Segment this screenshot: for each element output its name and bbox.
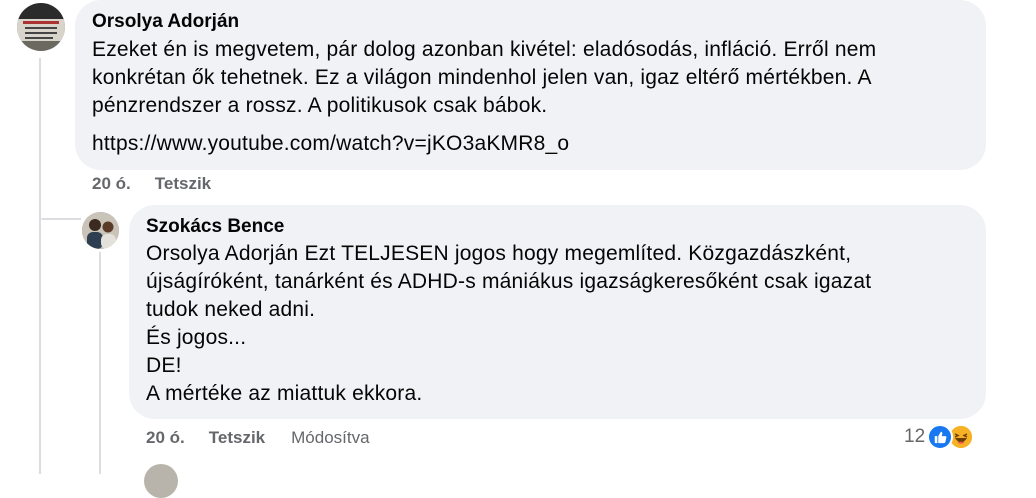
avatar[interactable] xyxy=(82,212,119,249)
avatar-image xyxy=(17,3,65,51)
comment-text: Ezeket én is megvetem, pár dolog azonban… xyxy=(92,36,968,158)
thread-line-branch xyxy=(41,218,81,220)
like-button[interactable]: Tetszik xyxy=(155,174,211,194)
like-icon xyxy=(927,424,954,450)
comment-actions: 20 ó. Tetszik Módosítva xyxy=(146,428,370,448)
comment-line: DE! xyxy=(146,354,182,377)
comment-line: újságíróként, tanárként és ADHD-s mániák… xyxy=(146,270,872,293)
edited-label[interactable]: Módosítva xyxy=(291,428,369,448)
avatar[interactable] xyxy=(17,3,65,51)
avatar-image xyxy=(82,212,119,249)
comment-line: pénzrendszer a rossz. A politikusok csak… xyxy=(92,94,548,117)
comment-timestamp[interactable]: 20 ó. xyxy=(146,428,185,448)
comment-line-rest: Ezt TELJESEN jogos hogy megemlíted. Közg… xyxy=(304,242,852,265)
comment-line: Orsolya Adorján Ezt TELJESEN jogos hogy … xyxy=(146,240,968,268)
reaction-count: 12 xyxy=(904,426,926,447)
comment-line: konkrétan ők tehetnek. Ez a világon mind… xyxy=(92,66,872,89)
thread-line-reply xyxy=(99,252,101,474)
comment-author[interactable]: Orsolya Adorján xyxy=(92,10,968,34)
comment-line: Ezeket én is megvetem, pár dolog azonban… xyxy=(92,38,877,61)
reaction-summary[interactable]: 12 xyxy=(904,424,975,450)
comment-line: A mértéke az miattuk ekkora. xyxy=(146,382,423,405)
avatar[interactable] xyxy=(144,464,178,498)
comment-author[interactable]: Szokács Bence xyxy=(146,215,968,239)
thread-line-main xyxy=(39,58,41,474)
comment-line: És jogos... xyxy=(146,326,247,349)
like-button[interactable]: Tetszik xyxy=(209,428,265,448)
comment-timestamp[interactable]: 20 ó. xyxy=(92,174,131,194)
comment-bubble: Szokács Bence Orsolya Adorján Ezt TELJES… xyxy=(129,205,986,419)
mention-link[interactable]: Orsolya Adorján xyxy=(146,242,298,265)
comment-link[interactable]: https://www.youtube.com/watch?v=jKO3aKMR… xyxy=(92,130,968,158)
comment-bubble: Orsolya Adorján Ezeket én is megvetem, p… xyxy=(75,0,986,170)
comment-line: tudok neked adni. xyxy=(146,298,316,321)
comment-actions: 20 ó. Tetszik xyxy=(92,174,211,194)
comment-text: Orsolya Adorján Ezt TELJESEN jogos hogy … xyxy=(146,240,968,408)
